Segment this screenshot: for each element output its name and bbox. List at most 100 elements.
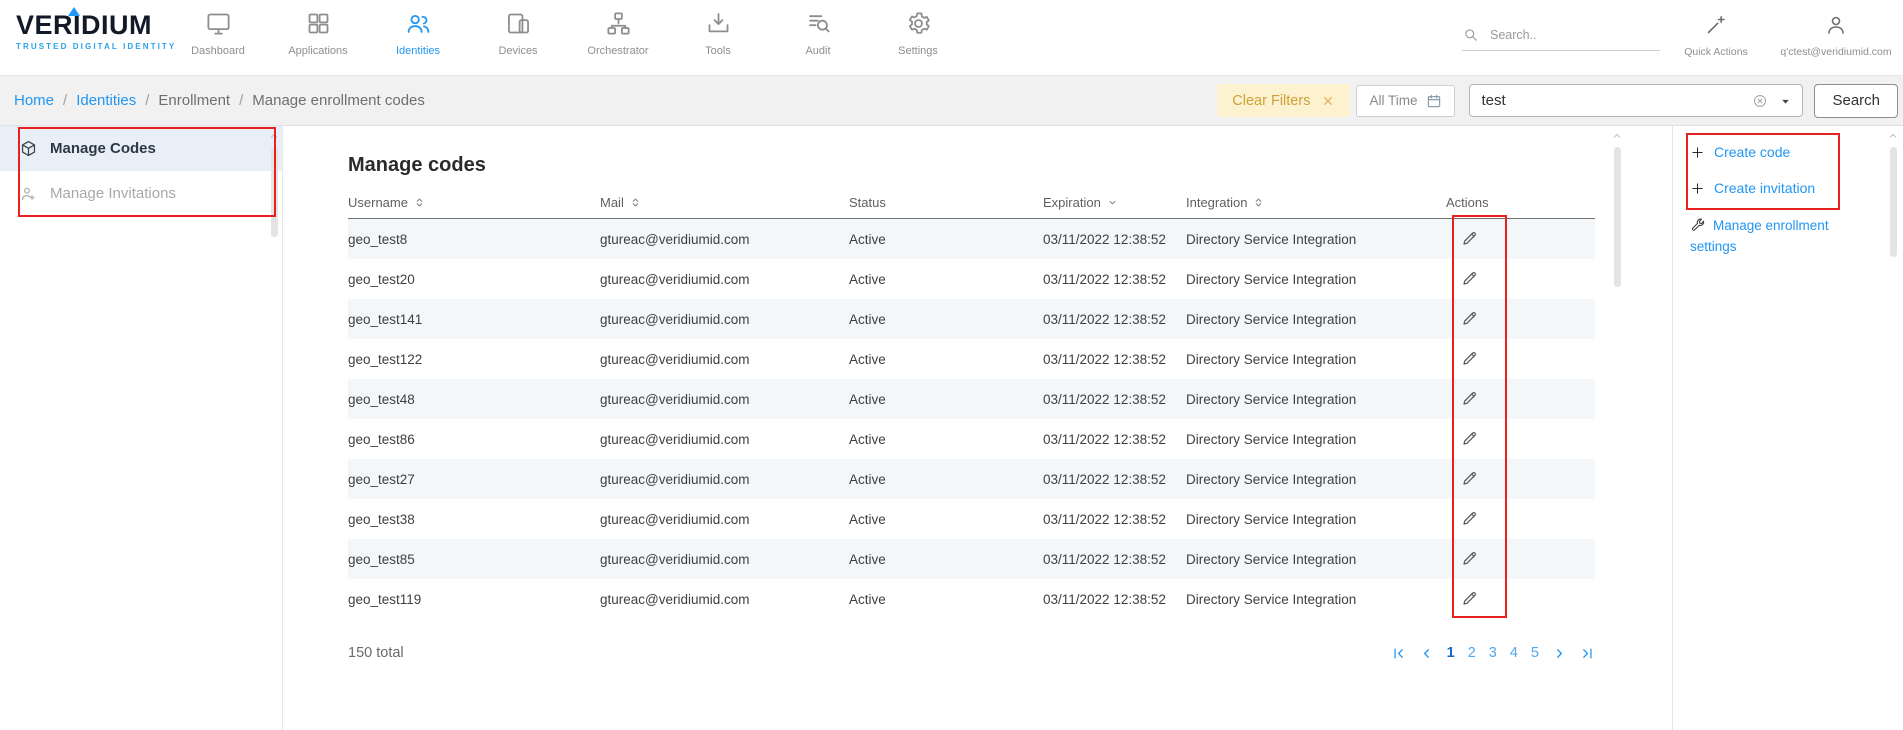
quick-actions-button[interactable]: Quick Actions bbox=[1670, 13, 1762, 58]
edit-code-button[interactable] bbox=[1461, 549, 1479, 567]
breadcrumb-item-identities[interactable]: Identities bbox=[76, 92, 136, 109]
sidebar-item-manage-codes[interactable]: Manage Codes bbox=[0, 126, 282, 171]
page-number-2[interactable]: 2 bbox=[1468, 645, 1476, 661]
main-nav: Dashboard ApplicationsIdentities Devices Or… bbox=[168, 10, 968, 57]
table-row: geo_test27gtureac@veridiumid.comActive03… bbox=[348, 459, 1595, 499]
cell-status: Active bbox=[849, 432, 1043, 447]
global-search bbox=[1462, 26, 1660, 51]
invitations-icon bbox=[19, 184, 38, 203]
audit-icon bbox=[805, 10, 832, 37]
sidebar-scrollbar-thumb[interactable] bbox=[271, 147, 278, 237]
cell-integration: Directory Service Integration bbox=[1186, 392, 1446, 407]
page-number-4[interactable]: 4 bbox=[1510, 645, 1518, 661]
cell-expiration: 03/11/2022 12:38:52 bbox=[1043, 592, 1186, 607]
nav-item-devices[interactable]: Devices bbox=[468, 10, 568, 57]
edit-code-button[interactable] bbox=[1461, 349, 1479, 367]
edit-code-button[interactable] bbox=[1461, 429, 1479, 447]
nav-item-tools[interactable]: Tools bbox=[668, 10, 768, 57]
column-label: Username bbox=[348, 195, 408, 210]
user-menu[interactable]: q'ctest@veridiumid.com bbox=[1766, 13, 1903, 58]
nav-item-identities[interactable]: Identities bbox=[368, 10, 468, 57]
first-page-button[interactable] bbox=[1391, 646, 1406, 661]
previous-page-button[interactable] bbox=[1419, 646, 1434, 661]
breadcrumb-item-home[interactable]: Home bbox=[14, 92, 54, 109]
nav-item-orchestrator[interactable]: Orchestrator bbox=[568, 10, 668, 57]
sort-icon bbox=[630, 197, 641, 208]
cell-username: geo_test27 bbox=[348, 472, 600, 487]
total-count: 150 total bbox=[348, 645, 404, 661]
edit-code-button[interactable] bbox=[1461, 509, 1479, 527]
cell-integration: Directory Service Integration bbox=[1186, 432, 1446, 447]
search-button[interactable]: Search bbox=[1814, 84, 1898, 118]
cell-mail: gtureac@veridiumid.com bbox=[600, 352, 849, 367]
create-invitation-link[interactable]: Create invitation bbox=[1690, 180, 1815, 196]
column-header-username[interactable]: Username bbox=[348, 195, 600, 210]
table-row: geo_test141gtureac@veridiumid.comActive0… bbox=[348, 299, 1595, 339]
cell-username: geo_test85 bbox=[348, 552, 600, 567]
next-page-button[interactable] bbox=[1552, 646, 1567, 661]
nav-item-label: Settings bbox=[898, 45, 938, 57]
page-number-5[interactable]: 5 bbox=[1531, 645, 1539, 661]
quick-actions-label: Quick Actions bbox=[1684, 46, 1748, 58]
table-row: geo_test20gtureac@veridiumid.comActive03… bbox=[348, 259, 1595, 299]
clear-filters-button[interactable]: Clear Filters bbox=[1217, 84, 1350, 117]
manage-enrollment-settings-link[interactable]: Manage enrollment settings bbox=[1690, 216, 1848, 258]
nav-item-dashboard[interactable]: Dashboard bbox=[168, 10, 268, 57]
cell-actions bbox=[1446, 509, 1595, 530]
edit-code-button[interactable] bbox=[1461, 309, 1479, 327]
column-header-actions: Actions bbox=[1446, 195, 1595, 210]
cell-username: geo_test38 bbox=[348, 512, 600, 527]
nav-item-audit[interactable]: Audit bbox=[768, 10, 868, 57]
cell-mail: gtureac@veridiumid.com bbox=[600, 312, 849, 327]
page-number-3[interactable]: 3 bbox=[1489, 645, 1497, 661]
user-email-label: q'ctest@veridiumid.com bbox=[1780, 46, 1891, 58]
cell-actions bbox=[1446, 349, 1595, 370]
cell-username: geo_test141 bbox=[348, 312, 600, 327]
edit-code-button[interactable] bbox=[1461, 229, 1479, 247]
nav-item-settings[interactable]: Settings bbox=[868, 10, 968, 57]
page-scrollbar[interactable] bbox=[1887, 130, 1899, 142]
cell-integration: Directory Service Integration bbox=[1186, 232, 1446, 247]
breadcrumb-separator: / bbox=[145, 92, 149, 109]
cell-username: geo_test86 bbox=[348, 432, 600, 447]
cell-status: Active bbox=[849, 552, 1043, 567]
cell-expiration: 03/11/2022 12:38:52 bbox=[1043, 432, 1186, 447]
caret-down-icon[interactable] bbox=[1779, 95, 1792, 108]
manage-settings-label: Manage enrollment settings bbox=[1690, 218, 1829, 254]
cell-integration: Directory Service Integration bbox=[1186, 272, 1446, 287]
last-page-button[interactable] bbox=[1580, 646, 1595, 661]
column-header-expiration[interactable]: Expiration bbox=[1043, 195, 1186, 210]
sidebar-item-manage-invitations[interactable]: Manage Invitations bbox=[0, 171, 282, 216]
grid-icon bbox=[305, 10, 332, 37]
page-scrollbar-thumb[interactable] bbox=[1890, 147, 1897, 257]
cell-expiration: 03/11/2022 12:38:52 bbox=[1043, 512, 1186, 527]
cell-username: geo_test122 bbox=[348, 352, 600, 367]
edit-code-button[interactable] bbox=[1461, 269, 1479, 287]
cell-mail: gtureac@veridiumid.com bbox=[600, 472, 849, 487]
table-header-row: UsernameMailStatusExpirationIntegrationA… bbox=[348, 186, 1595, 219]
nav-item-applications[interactable]: Applications bbox=[268, 10, 368, 57]
cell-mail: gtureac@veridiumid.com bbox=[600, 512, 849, 527]
global-search-input[interactable] bbox=[1488, 27, 1652, 43]
main-scrollbar[interactable] bbox=[1611, 130, 1623, 142]
cell-actions bbox=[1446, 549, 1595, 570]
cell-status: Active bbox=[849, 232, 1043, 247]
edit-code-button[interactable] bbox=[1461, 589, 1479, 607]
nav-item-label: Devices bbox=[498, 45, 537, 57]
edit-code-button[interactable] bbox=[1461, 469, 1479, 487]
time-filter-button[interactable]: All Time bbox=[1356, 85, 1455, 117]
column-label: Expiration bbox=[1043, 195, 1101, 210]
column-header-mail[interactable]: Mail bbox=[600, 195, 849, 210]
column-header-integration[interactable]: Integration bbox=[1186, 195, 1446, 210]
cell-status: Active bbox=[849, 352, 1043, 367]
box-icon bbox=[19, 139, 38, 158]
table-body: geo_test8gtureac@veridiumid.comActive03/… bbox=[348, 219, 1595, 619]
sidebar-scrollbar[interactable] bbox=[268, 130, 280, 142]
main-scrollbar-thumb[interactable] bbox=[1614, 147, 1621, 287]
clear-search-icon[interactable] bbox=[1752, 93, 1768, 109]
sidebar-item-label: Manage Codes bbox=[50, 140, 156, 157]
create-code-link[interactable]: Create code bbox=[1690, 144, 1790, 160]
edit-code-button[interactable] bbox=[1461, 389, 1479, 407]
page-number-1[interactable]: 1 bbox=[1447, 645, 1455, 661]
nav-item-label: Dashboard bbox=[191, 45, 245, 57]
